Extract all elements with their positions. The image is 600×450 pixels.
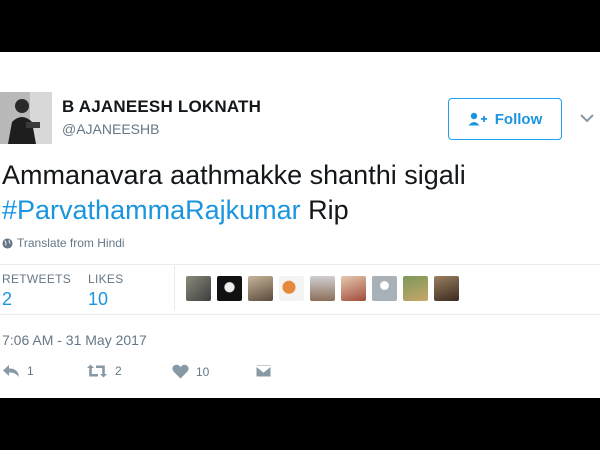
retweet-icon [87,364,107,378]
tweet-text: Ammanavara aathmakke shanthi sigali #Par… [2,158,466,228]
reply-count: 1 [27,364,34,378]
like-count: 10 [196,364,210,379]
translate-label: Translate from Hindi [17,236,125,250]
stats-bottom-divider [0,314,600,315]
liker-avatar[interactable] [434,276,459,301]
liker-avatar[interactable] [217,276,242,301]
avatar-photo-icon [0,92,52,144]
translate-link[interactable]: Translate from Hindi [2,236,125,250]
liker-avatar[interactable] [279,276,304,301]
liker-avatar[interactable] [186,276,211,301]
liker-avatar[interactable] [341,276,366,301]
tweet-line-2: #ParvathammaRajkumar Rip [2,193,466,228]
follow-person-plus-icon [468,112,487,126]
user-avatar[interactable] [0,92,52,144]
likes-label: LIKES [88,272,124,286]
envelope-icon [255,364,272,378]
liker-avatar[interactable] [403,276,428,301]
tweet-actions: 1 2 10 [0,364,300,384]
retweet-action[interactable]: 2 [86,364,122,378]
retweets-value: 2 [2,289,13,309]
follow-label: Follow [494,110,543,128]
tweet-card: B AJANEESH LOKNATH @AJANEESHB Follow Amm… [0,52,600,398]
retweets-label: RETWEETS [2,272,72,286]
reply-action[interactable]: 1 [2,364,34,378]
likes-value: 10 [88,289,109,309]
direct-message-action[interactable] [255,364,272,378]
stats-separator [174,266,175,310]
retweet-count: 2 [115,364,122,378]
liker-avatar[interactable] [248,276,273,301]
tweet-line-1: Ammanavara aathmakke shanthi sigali [2,160,466,190]
tweet-timestamp[interactable]: 7:06 AM - 31 May 2017 [2,332,147,348]
follow-button[interactable]: Follow [448,98,562,140]
globe-icon [2,237,13,249]
stats-top-divider [0,264,600,265]
retweets-stat[interactable]: RETWEETS 2 [2,272,71,310]
like-action[interactable]: 10 [172,364,209,379]
reply-icon [3,365,19,377]
chevron-down-icon[interactable] [579,110,595,126]
liker-avatar[interactable] [310,276,335,301]
likes-stat[interactable]: LIKES 10 [88,272,124,310]
heart-icon [172,364,189,379]
liker-avatar[interactable] [372,276,397,301]
display-name[interactable]: B AJANEESH LOKNATH [62,97,261,117]
tweet-tail: Rip [300,195,349,225]
user-handle[interactable]: @AJANEESHB [62,121,159,137]
hashtag-link[interactable]: #ParvathammaRajkumar [2,195,301,225]
liker-avatars [186,276,459,301]
